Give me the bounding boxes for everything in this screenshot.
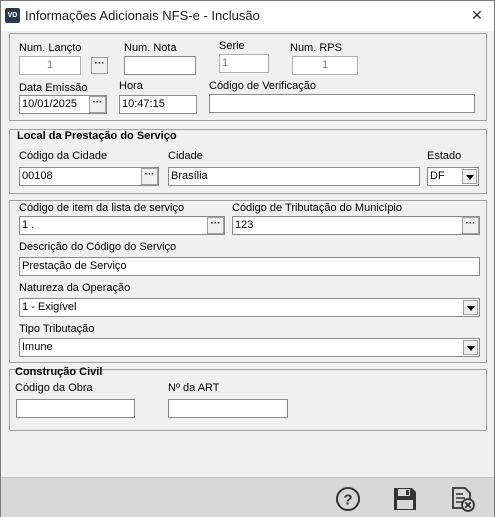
local-prestacao-panel: Local da Prestação do Serviço Código da … (9, 129, 487, 194)
cidade-label: Cidade (168, 150, 203, 162)
tipo-tributacao-select[interactable]: Imune (19, 338, 480, 357)
codigo-tributacao-label: Código de Tributação do Município (232, 202, 402, 214)
dialog-window: VD Informações Adicionais NFS-e - Inclus… (0, 0, 495, 517)
bottom-toolbar: ? (1, 477, 494, 517)
help-button[interactable]: ? (335, 486, 361, 512)
servico-panel: Código de item da lista de serviço 1 . ·… (9, 200, 487, 363)
window-title: Informações Adicionais NFS-e - Inclusão (25, 8, 260, 23)
natureza-dropdown-arrow-icon[interactable] (463, 300, 478, 315)
num-lancto-lookup-button[interactable]: ··· (91, 57, 108, 74)
codigo-obra-label: Código da Obra (15, 382, 93, 394)
local-prestacao-section-title: Local da Prestação do Serviço (17, 130, 177, 142)
descricao-field[interactable]: Prestação de Serviço (19, 257, 480, 276)
document-cancel-icon (452, 487, 475, 512)
help-glyph: ? (343, 492, 352, 509)
construcao-civil-panel: Construção Civil Código da Obra Nº da AR… (9, 366, 487, 431)
codigo-cidade-label: Código da Cidade (19, 150, 108, 162)
cancel-button[interactable] (450, 486, 476, 512)
num-lancto-field[interactable]: 1 (19, 56, 81, 75)
codigo-item-field[interactable]: 1 . (19, 216, 225, 235)
num-nota-label: Num. Nota (124, 42, 177, 54)
codigo-cidade-lookup-button[interactable]: ··· (141, 168, 158, 185)
codigo-item-lookup-button[interactable]: ··· (207, 217, 224, 234)
serie-field[interactable]: 1 (219, 54, 269, 73)
numero-art-label: Nº da ART (168, 382, 220, 394)
codigo-obra-field[interactable] (16, 399, 135, 418)
num-nota-field[interactable] (124, 56, 196, 75)
floppy-disk-icon (394, 488, 416, 510)
numero-art-field[interactable] (168, 399, 288, 418)
num-rps-field[interactable]: 1 (292, 56, 358, 75)
hora-label: Hora (119, 80, 143, 92)
estado-label: Estado (427, 150, 462, 162)
codigo-cidade-field[interactable]: 00108 (19, 167, 159, 186)
title-bar: VD Informações Adicionais NFS-e - Inclus… (1, 1, 494, 31)
natureza-label: Natureza da Operação (19, 282, 131, 294)
close-button[interactable]: ✕ (467, 6, 487, 24)
codigo-tributacao-field[interactable]: 123 (232, 216, 480, 235)
estado-dropdown-arrow-icon[interactable] (462, 169, 477, 184)
serie-label: Serie (219, 40, 245, 52)
natureza-select[interactable]: 1 - Exigível (19, 298, 480, 317)
data-emissao-picker-button[interactable]: ··· (89, 96, 106, 113)
question-circle-icon: ? (336, 487, 360, 511)
construcao-civil-section-title: Construção Civil (15, 366, 103, 378)
num-rps-label: Num. RPS (290, 42, 342, 54)
codigo-tributacao-lookup-button[interactable]: ··· (462, 217, 479, 234)
tipo-tributacao-dropdown-arrow-icon[interactable] (463, 340, 478, 355)
data-emissao-label: Data Emissão (19, 82, 88, 94)
codigo-verificacao-field[interactable] (209, 94, 475, 113)
codigo-verificacao-label: Código de Verificação (209, 80, 317, 92)
hora-field[interactable]: 10:47:15 (119, 95, 197, 114)
app-logo-icon: VD (5, 8, 20, 23)
num-lancto-label: Num. Lançto (19, 42, 82, 54)
cidade-field[interactable]: Brasília (168, 167, 420, 186)
header-panel: Num. Lançto 1 ··· Num. Nota Serie 1 Num.… (9, 33, 487, 121)
codigo-item-label: Código de item da lista de serviço (19, 202, 185, 214)
tipo-tributacao-label: Tipo Tributação (19, 323, 95, 335)
save-button[interactable] (392, 486, 418, 512)
descricao-label: Descrição do Código do Serviço (19, 241, 177, 253)
